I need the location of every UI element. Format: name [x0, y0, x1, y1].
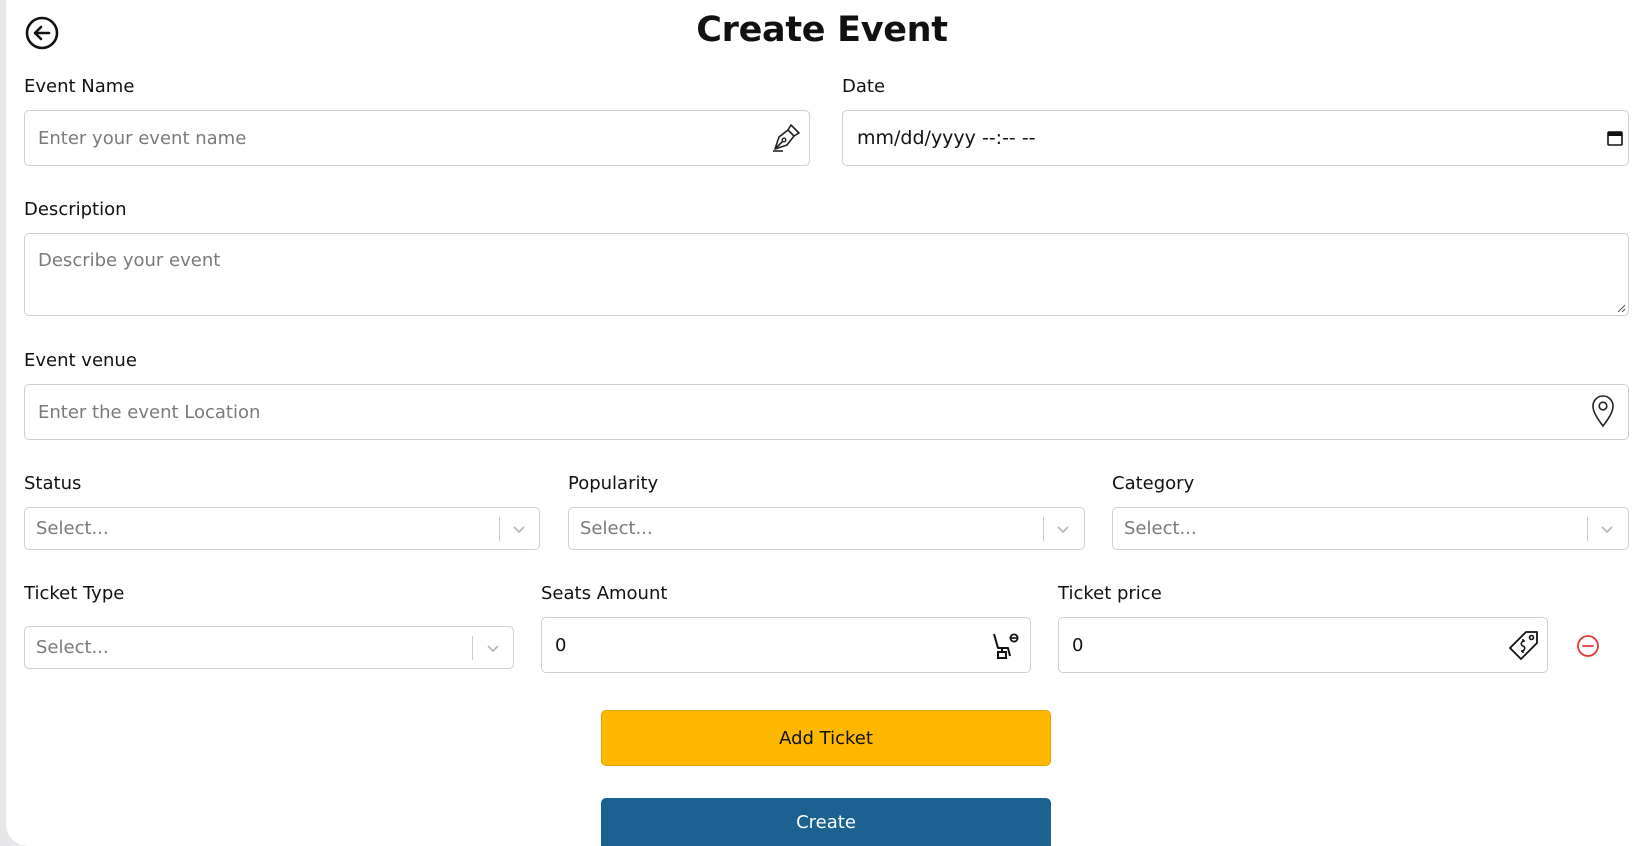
ticket-price-field[interactable]	[1058, 617, 1548, 673]
create-button[interactable]: Create	[601, 798, 1051, 846]
event-name-input[interactable]	[38, 111, 758, 165]
category-select-placeholder: Select...	[1124, 518, 1197, 539]
chevron-down-icon[interactable]	[1054, 520, 1072, 538]
ticket-price-input[interactable]	[1072, 618, 1492, 672]
fountain-pen-icon	[773, 124, 800, 152]
event-name-label: Event Name	[24, 76, 135, 97]
price-tag-icon	[1509, 631, 1538, 660]
popularity-label: Popularity	[568, 473, 659, 494]
minus-circle-icon[interactable]	[1576, 634, 1600, 658]
seats-amount-input[interactable]	[555, 618, 975, 672]
category-label: Category	[1112, 473, 1195, 494]
resize-grip-icon[interactable]	[1616, 303, 1626, 313]
status-label: Status	[24, 473, 82, 494]
description-label: Description	[24, 199, 127, 220]
status-select[interactable]: Select...	[24, 507, 540, 550]
venue-field[interactable]	[24, 384, 1629, 440]
venue-label: Event venue	[24, 350, 137, 371]
select-separator	[1043, 517, 1044, 541]
venue-input[interactable]	[38, 385, 1578, 439]
seat-icon	[993, 633, 1019, 659]
seats-amount-label: Seats Amount	[541, 583, 668, 604]
date-value: mm/dd/yyyy --:-- --	[857, 127, 1036, 149]
ticket-price-label: Ticket price	[1058, 583, 1162, 604]
description-textarea[interactable]	[25, 234, 1628, 315]
chevron-down-icon[interactable]	[510, 520, 528, 538]
page-title: Create Event	[696, 10, 948, 50]
ticket-type-select[interactable]: Select...	[24, 626, 514, 669]
ticket-type-label: Ticket Type	[24, 583, 125, 604]
category-select[interactable]: Select...	[1112, 507, 1629, 550]
seats-amount-field[interactable]	[541, 617, 1031, 673]
popularity-select[interactable]: Select...	[568, 507, 1085, 550]
select-separator	[1587, 517, 1588, 541]
calendar-icon[interactable]	[1607, 130, 1623, 146]
date-label: Date	[842, 76, 886, 97]
popularity-select-placeholder: Select...	[580, 518, 653, 539]
date-field[interactable]: mm/dd/yyyy --:-- --	[842, 110, 1629, 166]
chevron-down-icon[interactable]	[1598, 520, 1616, 538]
map-pin-icon	[1592, 395, 1614, 428]
event-name-field[interactable]	[24, 110, 810, 166]
description-field[interactable]	[24, 233, 1629, 316]
select-separator	[499, 517, 500, 541]
ticket-type-select-placeholder: Select...	[36, 637, 109, 658]
status-select-placeholder: Select...	[36, 518, 109, 539]
select-separator	[472, 636, 473, 660]
add-ticket-button[interactable]: Add Ticket	[601, 710, 1051, 766]
chevron-down-icon[interactable]	[484, 639, 502, 657]
